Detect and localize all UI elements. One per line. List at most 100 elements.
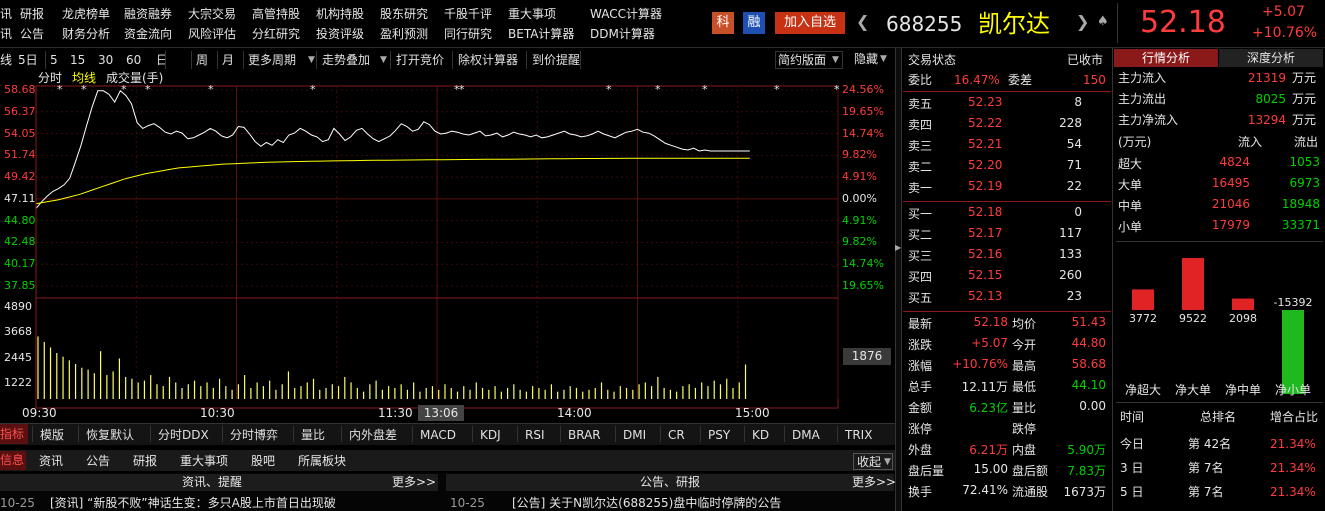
menu-item-7[interactable]: 千股千评 — [444, 6, 492, 22]
menu-item-4[interactable]: 高管持股 — [252, 6, 300, 22]
period-button-8[interactable]: 更多周期 — [248, 52, 296, 68]
indicator-tab-12[interactable]: PSY — [708, 427, 730, 443]
bid-row[interactable]: 买三 52.16 133 — [908, 245, 1108, 265]
rong-badge[interactable]: 融 — [743, 12, 765, 34]
menu-item-1[interactable]: 龙虎榜单 — [62, 6, 110, 22]
indicator-tab-2[interactable]: 分时DDX — [158, 427, 209, 443]
news-right-item[interactable]: [公告] 关于N凯尔达(688255)盘中临时停牌的公告 — [512, 495, 781, 511]
ke-badge[interactable]: 科 — [712, 12, 734, 34]
menu-item-9[interactable]: WACC计算器 — [590, 6, 662, 22]
indicator-tab-15[interactable]: TRIX — [845, 427, 872, 443]
period-button-10[interactable]: 打开竞价 — [396, 52, 444, 68]
menu2-item-4[interactable]: 分红研究 — [252, 26, 300, 42]
bid-row[interactable]: 买一 52.18 0 — [908, 203, 1108, 223]
period-button-1[interactable]: 5 — [50, 52, 58, 68]
expand-icon[interactable]: ▶ — [895, 240, 901, 256]
period-button-9[interactable]: 走势叠加 — [322, 52, 370, 68]
indicator-tab-7[interactable]: KDJ — [480, 427, 501, 443]
bid-row[interactable]: 买四 52.15 260 — [908, 266, 1108, 286]
period-button-11[interactable]: 除权计算器 — [458, 52, 518, 68]
ask-row[interactable]: 卖四 52.22 228 — [908, 114, 1108, 134]
info-tab-active[interactable]: 信息 — [0, 451, 26, 470]
period-button-7[interactable]: 月 — [222, 52, 234, 68]
news-left-item[interactable]: [资讯] “新股不败”神话生变：多只A股上市首日出现破 — [50, 495, 438, 511]
menu2-item-6[interactable]: 盈利预测 — [380, 26, 428, 42]
add-watchlist-button[interactable]: 加入自选 — [775, 12, 845, 34]
info-tab-4[interactable]: 股吧 — [251, 453, 275, 469]
stat-label: 金额 — [908, 401, 933, 415]
stat-row: 最新 52.18 均价 51.43 — [908, 313, 1108, 333]
menu2-item-3[interactable]: 风险评估 — [188, 26, 236, 42]
indicator-tab-11[interactable]: CR — [668, 427, 685, 443]
indicator-tab-9[interactable]: BRAR — [568, 427, 601, 443]
indicator-tab-10[interactable]: DMI — [623, 427, 646, 443]
period-button-2[interactable]: 15 — [70, 52, 85, 68]
bid-volume: 133 — [1059, 247, 1082, 261]
ask-row[interactable]: 卖五 52.23 8 — [908, 93, 1108, 113]
menu-item-0[interactable]: 研报 — [20, 6, 44, 22]
indicator-tab-5[interactable]: 内外盘差 — [349, 427, 397, 443]
indicator-tab-3[interactable]: 分时博弈 — [230, 427, 278, 443]
indicator-tab-6[interactable]: MACD — [420, 427, 456, 443]
period-button-4[interactable]: 60 — [126, 52, 141, 68]
bell-icon[interactable]: ♠ — [1097, 14, 1109, 30]
tab-separator — [660, 426, 661, 442]
menu2-item-7[interactable]: 同行研究 — [444, 26, 492, 42]
ask-row[interactable]: 卖三 52.21 54 — [908, 135, 1108, 155]
period-button-0[interactable]: 5日 — [18, 52, 38, 68]
pct-tick: 19.65% — [842, 279, 884, 292]
period-button-3[interactable]: 30 — [98, 52, 113, 68]
tab-indicator-active[interactable]: 指标 — [0, 424, 28, 444]
news-left-more-link[interactable]: 更多>> — [392, 474, 436, 490]
menu-item-2[interactable]: 融资融券 — [124, 6, 172, 22]
period-button-5[interactable]: 日 — [156, 52, 168, 68]
rank-period: 今日 — [1120, 437, 1145, 451]
hide-select[interactable]: 隐藏 ▼ — [852, 51, 892, 69]
menu-item-8[interactable]: 重大事项 — [508, 6, 556, 22]
ask-row[interactable]: 卖一 52.19 22 — [908, 177, 1108, 197]
info-tab-2[interactable]: 研报 — [133, 453, 157, 469]
ask-volume: 8 — [1074, 95, 1082, 109]
menu2-item-1[interactable]: 财务分析 — [62, 26, 110, 42]
menu2-item-9[interactable]: DDM计算器 — [590, 26, 655, 42]
info-tab-3[interactable]: 重大事项 — [180, 453, 228, 469]
period-button-6[interactable]: 周 — [196, 52, 208, 68]
flow-header-unit: (万元) — [1118, 135, 1152, 149]
bid-row[interactable]: 买二 52.17 117 — [908, 224, 1108, 244]
indicator-tab-13[interactable]: KD — [752, 427, 769, 443]
menu2-item-0[interactable]: 公告 — [20, 26, 44, 42]
menu-item-3[interactable]: 大宗交易 — [188, 6, 236, 22]
tab-separator — [615, 426, 616, 442]
indicator-tab-8[interactable]: RSI — [525, 427, 545, 443]
inflow-value: 21319 — [1247, 71, 1286, 85]
indicator-tab-4[interactable]: 量比 — [301, 427, 325, 443]
menu-item-5[interactable]: 机构持股 — [316, 6, 364, 22]
info-tab-5[interactable]: 所属板块 — [298, 453, 346, 469]
stat-label: 涨跌 — [908, 338, 933, 352]
bid-row[interactable]: 买五 52.13 23 — [908, 287, 1108, 307]
ask-row[interactable]: 卖二 52.20 71 — [908, 156, 1108, 176]
collapse-button[interactable]: 收起 ▼ — [853, 453, 893, 470]
menu-item-6[interactable]: 股东研究 — [380, 6, 428, 22]
indicator-tab-1[interactable]: 恢复默认 — [86, 427, 134, 443]
info-tab-0[interactable]: 资讯 — [39, 453, 63, 469]
news-right-more-link[interactable]: 更多>> — [852, 474, 896, 490]
ask-volume: 71 — [1066, 158, 1082, 172]
trade-status-label: 交易状态 — [908, 53, 957, 67]
stat-row: 换手 72.41% 流通股 1673万 — [908, 481, 1108, 501]
net-flow-bar-label: 净中单 — [1225, 382, 1261, 397]
tab-depth-analysis[interactable]: 深度分析 — [1219, 49, 1323, 67]
menu2-item-5[interactable]: 投资评级 — [316, 26, 364, 42]
prev-stock-icon[interactable]: ❮ — [856, 14, 869, 30]
indicator-tab-0[interactable]: 模版 — [40, 427, 64, 443]
menu2-item-8[interactable]: BETA计算器 — [508, 26, 574, 42]
tab-market-analysis[interactable]: 行情分析 — [1114, 49, 1218, 67]
next-stock-icon[interactable]: ❯ — [1076, 14, 1089, 30]
period-button-12[interactable]: 到价提醒 — [532, 52, 580, 68]
info-tab-1[interactable]: 公告 — [86, 453, 110, 469]
panel-splitter[interactable] — [895, 48, 902, 511]
layout-select[interactable]: 简约版面 ▼ — [775, 51, 843, 69]
menu2-item-2[interactable]: 资金流向 — [124, 26, 172, 42]
indicator-tab-14[interactable]: DMA — [792, 427, 820, 443]
ask-price: 52.21 — [968, 137, 1003, 151]
